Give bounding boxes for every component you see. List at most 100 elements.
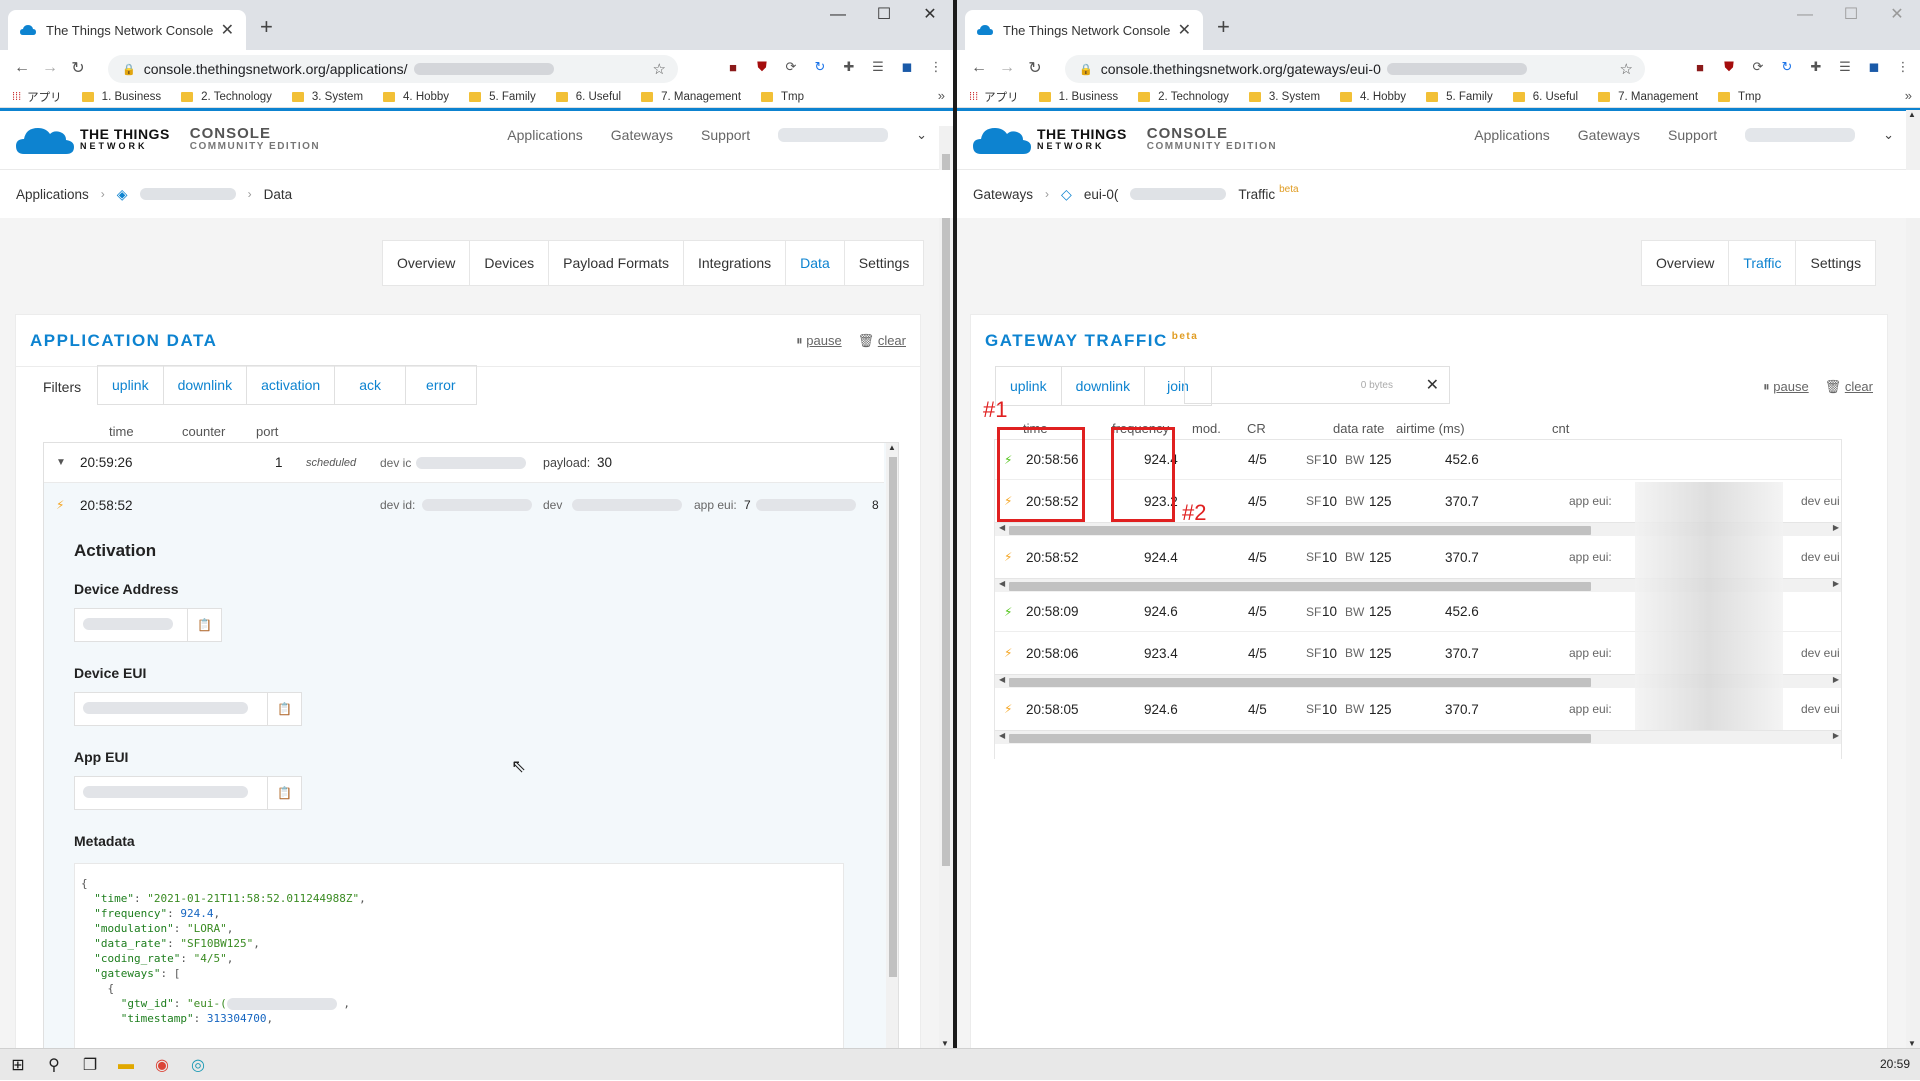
bookmark-management[interactable]: 7. Management (1598, 91, 1698, 103)
tab-data[interactable]: Data (786, 241, 845, 285)
maximize-icon[interactable]: ☐ (1828, 4, 1874, 26)
extension-refresh-icon[interactable]: ↻ (1776, 56, 1798, 78)
ublock-icon[interactable]: ⛊ (751, 56, 773, 78)
tab-close-icon[interactable]: ✕ (1178, 20, 1191, 40)
clipboard-icon[interactable]: 📋 (267, 777, 301, 809)
extension-sync-icon[interactable]: ⟳ (780, 56, 802, 78)
tab-close-icon[interactable]: ✕ (221, 20, 234, 40)
chrome-icon[interactable]: ◉ (144, 1049, 180, 1081)
bookmark-useful[interactable]: 6. Useful (1512, 91, 1578, 103)
clear-search-icon[interactable]: ✕ (1426, 375, 1439, 395)
tab-overview[interactable]: Overview (383, 241, 471, 285)
search-icon[interactable]: ⚲ (36, 1049, 72, 1081)
scroll-up-icon[interactable]: ▲ (1908, 110, 1916, 119)
bookmark-hobby[interactable]: 4. Hobby (1340, 91, 1406, 103)
bookmark-system[interactable]: 3. System (1248, 91, 1320, 103)
close-window-icon[interactable]: ✕ (1874, 4, 1920, 26)
bookmark-star-icon[interactable]: ☆ (653, 60, 666, 78)
ttn-logo[interactable]: THE THINGS NETWORK CONSOLE COMMUNITY EDITI… (973, 125, 1277, 155)
bookmarks-overflow-icon[interactable]: » (1905, 88, 1912, 103)
collapse-chevron-icon[interactable]: ▼ (56, 457, 66, 468)
bookmark-business[interactable]: 1. Business (81, 91, 161, 103)
app-circle-icon[interactable]: ◎ (180, 1049, 216, 1081)
bookmark-tmp[interactable]: Tmp (1718, 91, 1761, 103)
nav-applications[interactable]: Applications (1474, 127, 1550, 143)
user-menu-blurred[interactable] (1745, 128, 1856, 142)
tab-integrations[interactable]: Integrations (684, 241, 787, 285)
filter-uplink[interactable]: uplink (98, 366, 164, 404)
ublock-icon[interactable]: ⛊ (1718, 56, 1740, 78)
menu-kebab-icon[interactable]: ⋮ (925, 56, 947, 78)
filter-error[interactable]: error (406, 366, 476, 404)
tab-overview[interactable]: Overview (1642, 241, 1730, 285)
extensions-puzzle-icon[interactable]: ✚ (838, 56, 860, 78)
bookmark-family[interactable]: 5. Family (1426, 91, 1493, 103)
extensions-puzzle-icon[interactable]: ✚ (1805, 56, 1827, 78)
clear-button[interactable]: 🗑 clear (1825, 379, 1873, 395)
user-menu-blurred[interactable] (778, 128, 889, 142)
tab-traffic[interactable]: Traffic (1729, 241, 1797, 285)
chevron-down-icon[interactable]: ⌄ (916, 127, 927, 143)
browser-tab[interactable]: The Things Network Console ✕ (8, 10, 246, 50)
close-window-icon[interactable]: ✕ (907, 4, 953, 26)
clear-button[interactable]: 🗑 clear (858, 333, 906, 349)
bookmark-star-icon[interactable]: ☆ (1620, 60, 1633, 78)
bookmark-system[interactable]: 3. System (291, 91, 363, 103)
file-explorer-icon[interactable]: ▬ (108, 1049, 144, 1081)
bookmark-family[interactable]: 5. Family (469, 91, 536, 103)
profile-icon[interactable]: ◼ (1863, 56, 1885, 78)
tab-payload-formats[interactable]: Payload Formats (549, 241, 684, 285)
bookmark-hobby[interactable]: 4. Hobby (383, 91, 449, 103)
back-icon[interactable]: ← (8, 59, 36, 77)
filter-activation[interactable]: activation (247, 366, 336, 404)
address-bar[interactable]: 🔒 console.thethingsnetwork.org/gateways/… (1065, 55, 1645, 83)
clipboard-icon[interactable]: 📋 (267, 693, 301, 725)
bookmarks-overflow-icon[interactable]: » (938, 88, 945, 103)
extension-sync-icon[interactable]: ⟳ (1747, 56, 1769, 78)
tab-settings[interactable]: Settings (845, 241, 924, 285)
reload-icon[interactable]: ↻ (64, 58, 92, 78)
data-list-scrollbar[interactable]: ▲ (886, 443, 898, 1048)
bookmark-useful[interactable]: 6. Useful (555, 91, 621, 103)
pause-button[interactable]: ⏸ pause (796, 333, 842, 349)
bookmark-technology[interactable]: 2. Technology (181, 91, 272, 103)
device-address-field[interactable]: 📋 (74, 608, 222, 642)
new-tab-button[interactable]: + (1217, 14, 1230, 40)
back-icon[interactable]: ← (965, 59, 993, 77)
filter-downlink[interactable]: downlink (1062, 367, 1146, 405)
extension-1-icon[interactable]: ■ (722, 56, 744, 78)
breadcrumb-app-blurred[interactable] (139, 188, 236, 200)
bookmark-business[interactable]: 1. Business (1038, 91, 1118, 103)
bookmark-apps[interactable]: ⁞⁞⁞ アプリ (969, 89, 1019, 105)
data-row-downlink[interactable]: ▼ 20:59:26 1 scheduled dev ic payload: 3… (44, 443, 884, 483)
window-scrollbar[interactable]: ▼ (939, 126, 953, 1048)
scroll-up-icon[interactable]: ▲ (888, 443, 896, 452)
reload-icon[interactable]: ↻ (1021, 58, 1049, 78)
scroll-down-icon[interactable]: ▼ (941, 1039, 949, 1048)
data-row-activation[interactable]: ⚡ 20:58:52 dev id: dev app eui: 7 8 (44, 483, 884, 527)
minimize-icon[interactable]: — (815, 4, 861, 26)
tab-settings[interactable]: Settings (1796, 241, 1875, 285)
traffic-search-box[interactable]: 0 bytes ✕ (1184, 366, 1450, 404)
forward-icon[interactable]: → (993, 59, 1021, 77)
address-bar[interactable]: 🔒 console.thethingsnetwork.org/applicati… (108, 55, 678, 83)
nav-applications[interactable]: Applications (507, 127, 583, 143)
window-scrollbar[interactable]: ▲ ▼ (1906, 110, 1920, 1048)
filter-downlink[interactable]: downlink (164, 366, 248, 404)
app-eui-field[interactable]: 📋 (74, 776, 302, 810)
browser-tab[interactable]: The Things Network Console ✕ (965, 10, 1203, 50)
nav-gateways[interactable]: Gateways (1578, 127, 1640, 143)
ttn-logo[interactable]: THE THINGS NETWORK CONSOLE COMMUNITY EDITI… (16, 125, 320, 155)
filter-ack[interactable]: ack (335, 366, 407, 404)
nav-gateways[interactable]: Gateways (611, 127, 673, 143)
device-eui-field[interactable]: 📋 (74, 692, 302, 726)
menu-kebab-icon[interactable]: ⋮ (1892, 56, 1914, 78)
bookmark-management[interactable]: 7. Management (641, 91, 741, 103)
breadcrumb-applications[interactable]: Applications (16, 187, 89, 202)
reading-list-icon[interactable]: ☰ (1834, 56, 1856, 78)
new-tab-button[interactable]: + (260, 14, 273, 40)
maximize-icon[interactable]: ☐ (861, 4, 907, 26)
scroll-down-icon[interactable]: ▼ (1908, 1039, 1916, 1048)
windows-start-icon[interactable]: ⊞ (0, 1049, 36, 1081)
tab-devices[interactable]: Devices (470, 241, 550, 285)
